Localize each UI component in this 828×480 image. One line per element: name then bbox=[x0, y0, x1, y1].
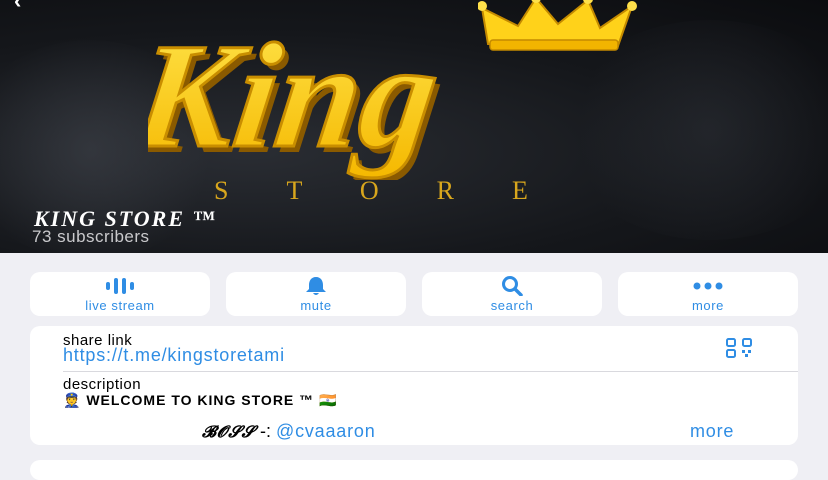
channel-info-card: share link https://t.me/kingstoretami de… bbox=[30, 326, 798, 445]
description-more-link[interactable]: more bbox=[690, 421, 734, 442]
search-label: search bbox=[490, 297, 534, 313]
description-welcome: WELCOME TO KING STORE ™ bbox=[86, 392, 315, 408]
bell-icon bbox=[305, 276, 327, 296]
ellipsis-icon bbox=[693, 276, 723, 296]
store-wordmark: STORE bbox=[214, 176, 586, 205]
next-section-card bbox=[30, 460, 798, 480]
more-label: more bbox=[691, 297, 725, 313]
boss-separator: -: bbox=[259, 421, 271, 441]
share-link[interactable]: https://t.me/kingstoretami bbox=[63, 345, 285, 366]
divider bbox=[63, 371, 798, 372]
mute-label: mute bbox=[300, 297, 332, 313]
channel-cover: ‹ King King STORE KING STORE ™ 73 subscr… bbox=[0, 0, 828, 253]
description-label: description bbox=[63, 376, 142, 393]
search-button[interactable]: search bbox=[422, 272, 602, 316]
police-officer-emoji: 👮 bbox=[63, 392, 82, 408]
action-bar: live stream mute search more bbox=[30, 272, 798, 316]
boss-label: 𝓑𝓞𝓢𝓢 bbox=[202, 422, 255, 441]
description-text: 👮 WELCOME TO KING STORE ™ 🇮🇳 bbox=[63, 392, 337, 409]
live-stream-icon bbox=[105, 276, 135, 296]
live-stream-label: live stream bbox=[85, 297, 155, 313]
live-stream-button[interactable]: live stream bbox=[30, 272, 210, 316]
boss-line: 𝓑𝓞𝓢𝓢 -: @cvaaaron bbox=[202, 421, 376, 442]
boss-handle-link[interactable]: @cvaaaron bbox=[276, 421, 376, 441]
mute-button[interactable]: mute bbox=[226, 272, 406, 316]
svg-text:King: King bbox=[148, 13, 448, 179]
search-icon bbox=[501, 275, 523, 296]
crown-icon bbox=[478, 0, 637, 51]
more-button[interactable]: more bbox=[618, 272, 798, 316]
qr-code-icon[interactable] bbox=[726, 338, 766, 363]
subscriber-count: 73 subscribers bbox=[32, 227, 150, 246]
back-chevron-icon[interactable]: ‹ bbox=[14, 0, 21, 14]
india-flag-emoji: 🇮🇳 bbox=[319, 392, 338, 408]
